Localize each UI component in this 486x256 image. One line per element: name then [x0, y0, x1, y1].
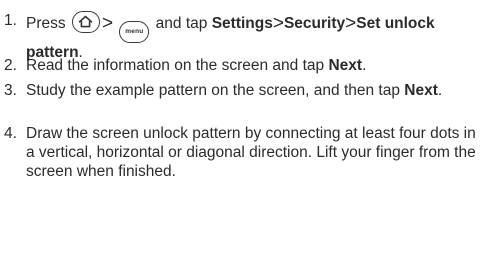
step-text: Read the information on the screen and t… [26, 56, 482, 75]
security-label: Security [283, 15, 346, 32]
set-label: Set [356, 15, 381, 32]
period: . [437, 82, 443, 99]
separator: > [101, 13, 114, 34]
step-text: Study the example pattern on the screen,… [26, 81, 482, 100]
step-number: 2. [4, 57, 17, 74]
step-3: 3. Study the example pattern on the scre… [4, 81, 482, 100]
separator: > [272, 13, 284, 34]
menu-key-icon: menu [119, 21, 150, 43]
step-number: 3. [4, 82, 17, 99]
step-body: Study the example pattern on the screen,… [26, 82, 400, 99]
home-key-icon [71, 11, 100, 33]
step-text: Draw the screen unlock pattern by connec… [26, 125, 476, 180]
step-body: Read the information on the screen and t… [26, 57, 325, 74]
separator: > [345, 13, 357, 34]
home-icon [78, 15, 93, 28]
step-4: 4. Draw the screen unlock pattern by con… [4, 124, 482, 181]
step-text: Press > menu and tap Settings>Security>S… [26, 11, 482, 62]
next-label: Next [404, 82, 438, 99]
next-label: Next [328, 57, 363, 74]
settings-label: Settings [211, 15, 273, 32]
step-number: 1. [4, 12, 17, 29]
and-tap: and tap [155, 15, 208, 32]
period: . [362, 57, 367, 74]
step-1: 1. Press > menu and tap Settings>Securit… [4, 11, 482, 62]
step-number: 4. [4, 125, 17, 142]
press-word: Press [26, 15, 66, 32]
step-2: 2. Read the information on the screen an… [4, 56, 482, 75]
